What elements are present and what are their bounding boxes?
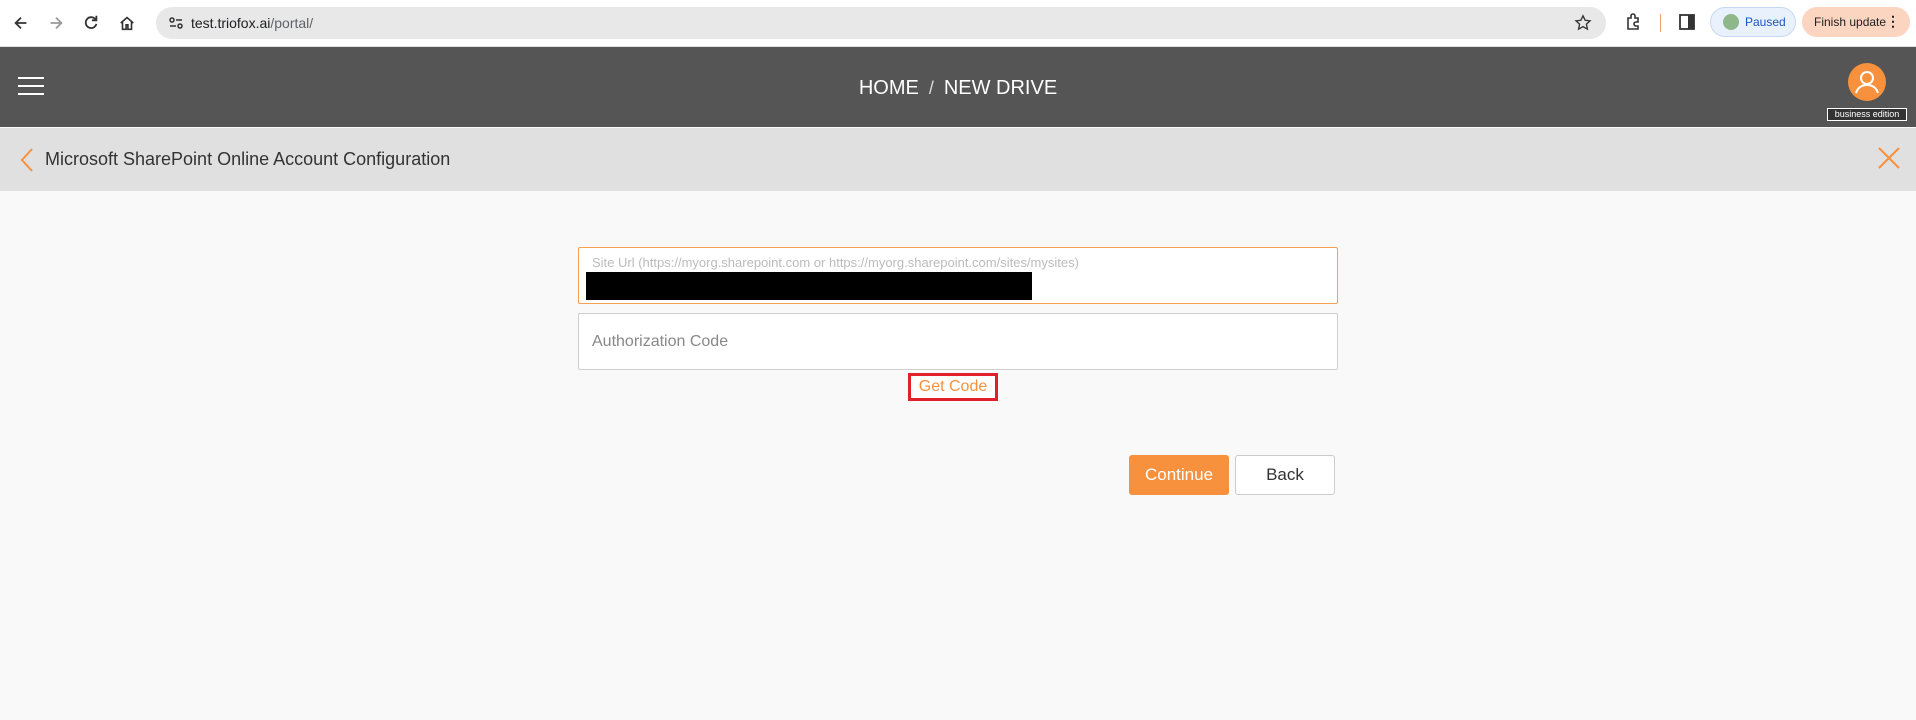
- url-text: test.triofox.ai/portal/: [191, 15, 313, 31]
- site-info-icon[interactable]: [168, 15, 184, 31]
- breadcrumb: HOME / NEW DRIVE: [0, 77, 1916, 100]
- url-path: /portal/: [270, 15, 314, 31]
- home-icon[interactable]: [114, 10, 140, 36]
- authorization-code-input[interactable]: Authorization Code: [578, 313, 1338, 370]
- side-panel-icon[interactable]: [1677, 12, 1697, 32]
- edition-badge: business edition: [1827, 108, 1907, 121]
- authorization-code-placeholder: Authorization Code: [592, 333, 729, 350]
- toolbar-divider: [1660, 14, 1661, 32]
- user-avatar-icon[interactable]: [1848, 63, 1886, 101]
- bookmark-star-icon[interactable]: [1574, 14, 1592, 32]
- breadcrumb-current: NEW DRIVE: [943, 77, 1058, 99]
- page-title-bar: Microsoft SharePoint Online Account Conf…: [0, 128, 1916, 191]
- extensions-puzzle-icon[interactable]: [1624, 12, 1644, 32]
- breadcrumb-home[interactable]: HOME: [859, 77, 919, 99]
- profile-status-label: Paused: [1745, 15, 1786, 29]
- site-url-label: Site Url (https://myorg.sharepoint.com o…: [592, 255, 1079, 270]
- back-chevron-icon[interactable]: [18, 146, 36, 174]
- back-arrow-icon[interactable]: [8, 10, 34, 36]
- site-url-value-redacted: [586, 272, 1032, 300]
- page-title: Microsoft SharePoint Online Account Conf…: [45, 149, 451, 169]
- url-host: test.triofox.ai: [191, 15, 271, 31]
- profile-paused-button[interactable]: Paused: [1710, 7, 1796, 37]
- app-header: HOME / NEW DRIVE business edition: [0, 47, 1916, 127]
- browser-toolbar: test.triofox.ai/portal/ Paused Finish up…: [0, 0, 1916, 47]
- forward-arrow-icon[interactable]: [43, 10, 69, 36]
- continue-button[interactable]: Continue: [1129, 455, 1229, 495]
- profile-avatar-icon: [1723, 14, 1739, 30]
- get-code-link[interactable]: Get Code: [908, 373, 998, 401]
- address-bar[interactable]: test.triofox.ai/portal/: [156, 7, 1606, 39]
- more-vert-icon: ⋮: [1886, 13, 1900, 29]
- site-url-field[interactable]: Site Url (https://myorg.sharepoint.com o…: [578, 247, 1338, 304]
- reload-icon[interactable]: [78, 10, 104, 36]
- back-button[interactable]: Back: [1235, 455, 1335, 495]
- close-icon[interactable]: [1877, 146, 1901, 170]
- finish-update-button[interactable]: Finish update ⋮: [1802, 7, 1910, 37]
- breadcrumb-separator: /: [928, 78, 934, 98]
- finish-update-label: Finish update: [1814, 15, 1887, 29]
